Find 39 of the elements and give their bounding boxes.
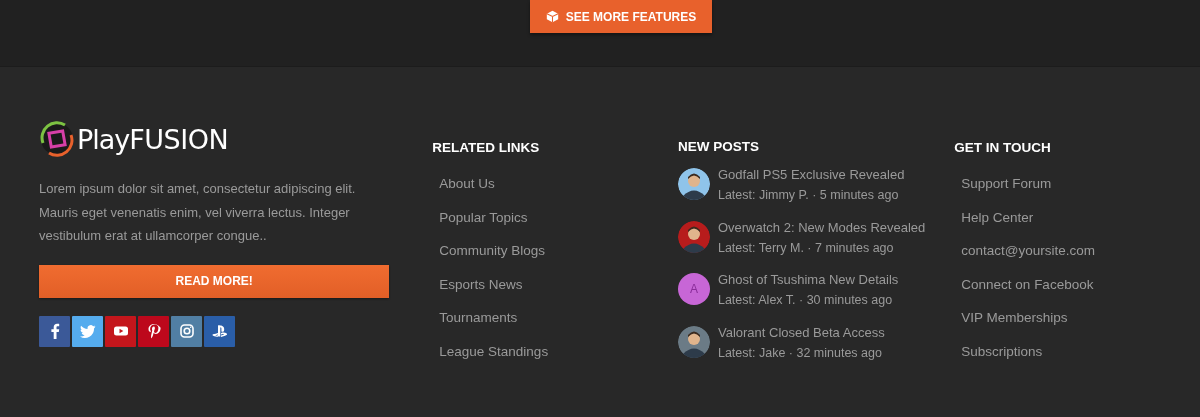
about-paragraph: Lorem ipsum dolor sit amet, consectetur adipiscing elit. Mauris eget venenatis enim, vel viverra lectus. Integer vestibulum erat at ullamcorper congue.. <box>39 180 357 245</box>
post-title-link[interactable]: Valorant Closed Beta Access <box>717 325 885 341</box>
see-more-features-button[interactable]: SEE MORE FEATURES <box>529 0 713 33</box>
footer-link[interactable]: contact@yoursite.com <box>961 234 1200 268</box>
social-button[interactable] <box>72 315 103 347</box>
bird-icon <box>79 323 96 339</box>
footer-link[interactable]: Subscriptions <box>961 334 1200 369</box>
post-meta: Latest: Alex T. · 30 minutes ago <box>717 293 894 308</box>
footer-link[interactable]: VIP Memberships <box>961 301 1200 335</box>
column-heading: GET IN TOUCH <box>954 140 1052 156</box>
cube-icon <box>545 10 559 23</box>
ps-symbol-icon <box>211 323 228 339</box>
column-heading: NEW POSTS <box>677 139 760 155</box>
logo-text: PlayFUSION <box>77 123 229 155</box>
footer-link[interactable]: Tournaments <box>439 301 678 335</box>
social-button[interactable] <box>171 315 202 347</box>
social-button[interactable] <box>204 315 235 347</box>
social-button[interactable] <box>39 315 70 347</box>
logo-icon <box>39 121 75 157</box>
post-title-link[interactable]: Godfall PS5 Exclusive Revealed <box>717 167 905 182</box>
social-button[interactable] <box>105 315 136 347</box>
footer-link[interactable]: Support Forum <box>961 167 1200 201</box>
post-meta: Latest: Jimmy P. · 5 minutes ago <box>717 188 900 202</box>
post-meta: Latest: Terry M. · 7 minutes ago <box>717 240 895 255</box>
footer-link[interactable]: Community Blogs <box>439 234 678 268</box>
footer-link[interactable]: Esports News <box>439 267 678 302</box>
footer-link[interactable]: Popular Topics <box>439 200 678 235</box>
footer-link[interactable]: About Us <box>439 167 678 201</box>
footer-link[interactable]: League Standings <box>439 334 678 369</box>
post-meta: Latest: Jake · 32 minutes ago <box>717 346 883 361</box>
footer-link[interactable]: Help Center <box>961 200 1200 235</box>
footer-link[interactable]: Connect on Facebook <box>961 267 1200 302</box>
read-more-button[interactable]: READ MORE! <box>39 264 390 298</box>
column-heading: RELATED LINKS <box>432 140 541 156</box>
camera-icon <box>178 323 195 339</box>
post-title-link[interactable]: Overwatch 2: New Modes Revealed <box>717 219 926 235</box>
social-button[interactable] <box>138 315 169 347</box>
post-title-link[interactable]: Ghost of Tsushima New Details <box>717 272 899 288</box>
avatar: A <box>677 273 710 306</box>
